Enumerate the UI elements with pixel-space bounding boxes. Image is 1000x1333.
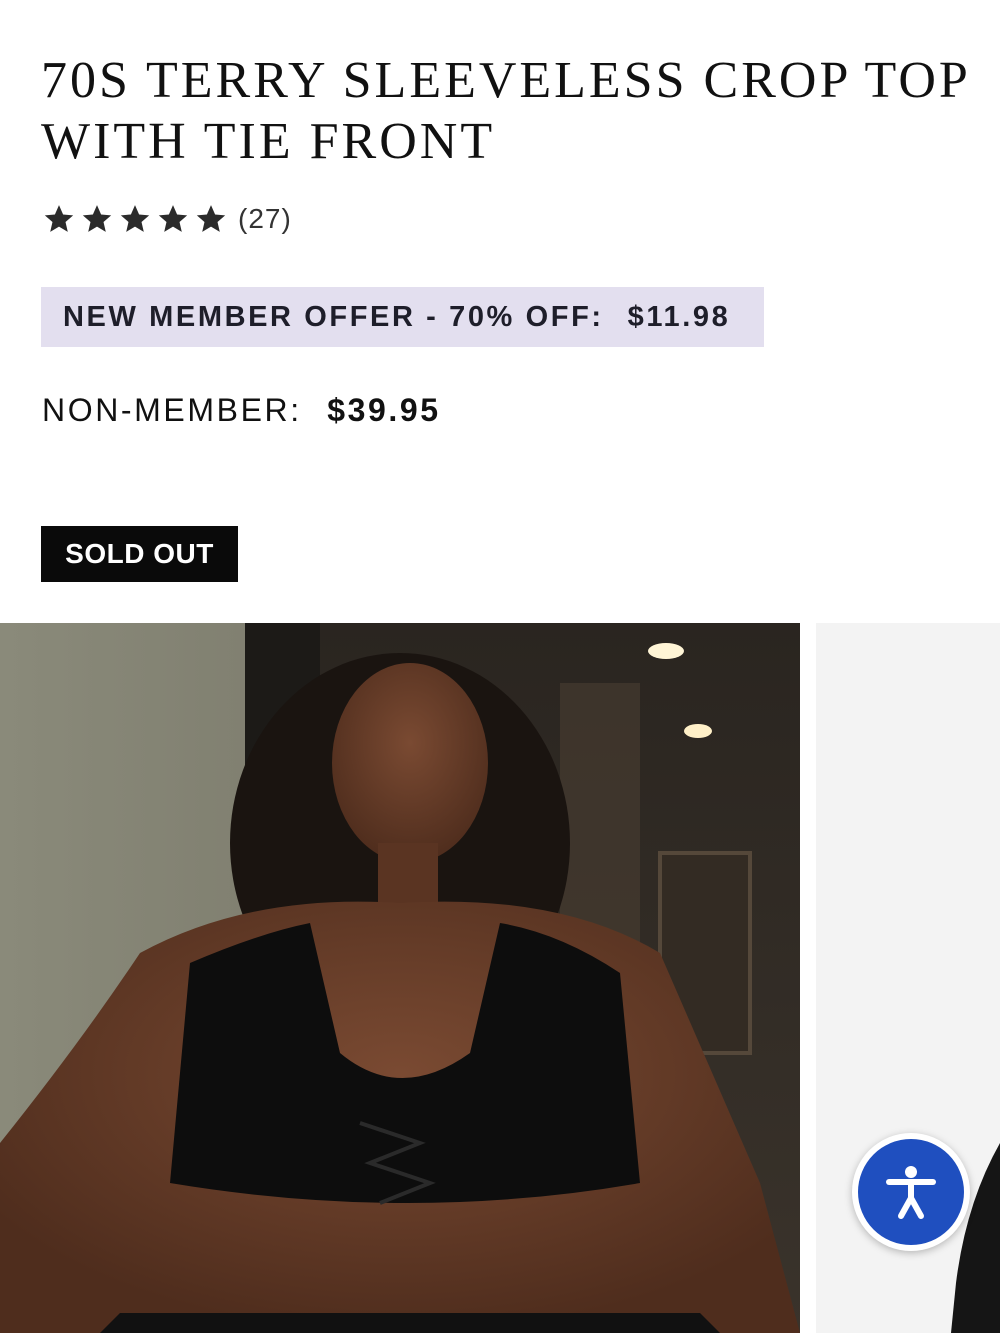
member-offer-banner: NEW MEMBER OFFER - 70% OFF: $11.98	[41, 287, 764, 347]
accessibility-button-inner	[858, 1139, 964, 1245]
non-member-price: $39.95	[327, 392, 441, 428]
product-rating[interactable]: (27)	[42, 198, 292, 240]
review-count[interactable]: (27)	[238, 203, 292, 235]
non-member-price-row: NON-MEMBER: $39.95	[42, 392, 441, 429]
sold-out-button[interactable]: SOLD OUT	[41, 526, 238, 582]
star-icon	[158, 205, 188, 232]
member-offer-price: $11.98	[627, 300, 731, 333]
product-title: 70S TERRY SLEEVELESS CROP TOP WITH TIE F…	[41, 52, 969, 170]
rating-stars	[42, 202, 228, 236]
star-icon	[196, 205, 226, 232]
non-member-label: NON-MEMBER:	[42, 392, 302, 428]
model-photo-image	[0, 623, 800, 1333]
model-photo[interactable]	[0, 623, 800, 1333]
accessibility-icon	[886, 1166, 936, 1219]
accessibility-button[interactable]	[852, 1133, 970, 1251]
star-icon	[82, 205, 112, 232]
star-icon	[120, 205, 150, 232]
star-icon	[44, 205, 74, 232]
member-offer-label: NEW MEMBER OFFER - 70% OFF:	[63, 300, 604, 333]
product-gallery[interactable]	[0, 623, 1000, 1333]
